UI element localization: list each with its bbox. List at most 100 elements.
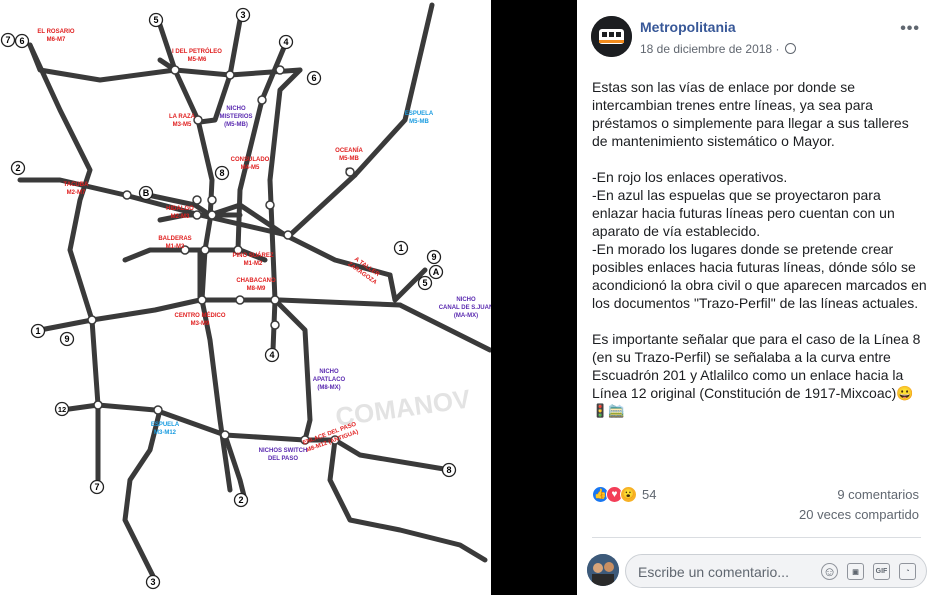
- globe-icon: [784, 43, 796, 54]
- line-number-label: 9: [64, 334, 69, 344]
- purple-niche-label: NICHO APATLACO (M8-MX): [313, 369, 346, 391]
- line-number-label: 2: [238, 495, 243, 505]
- line-number-label: A: [433, 267, 440, 277]
- blue-spur-label-line: ESPUELA: [405, 111, 434, 117]
- comment-input[interactable]: Escribe un comentario... ☺ ▣ GIF ◔: [625, 554, 927, 588]
- red-link-label: CONSULADO M4-M5: [231, 157, 270, 171]
- red-link-label-line: M2-M3: [171, 214, 190, 220]
- purple-niche-label-line: NICHO: [319, 369, 339, 375]
- line-number-label: 2: [15, 163, 20, 173]
- line-number-label: 6: [311, 73, 316, 83]
- purple-niche-label-line: APATLACO: [313, 377, 346, 383]
- purple-niche-label-line: (M8-MX): [317, 385, 340, 391]
- comment-tools: ☺ ▣ GIF ◔: [821, 563, 916, 580]
- sticker-icon[interactable]: ◔: [899, 563, 916, 580]
- red-link-label: PINO SUÁREZ M1-M2: [232, 252, 273, 267]
- purple-niche-label-line: (MA-MX): [454, 313, 478, 319]
- red-link-label-line: M5-M6: [188, 57, 207, 63]
- line-number-label: 6: [19, 36, 24, 46]
- screen: COMANOV 7 6 5 3 4 6 2 B 8 1 9 A 5 1 9 12 4 7 2 3 8 EL ROSARI…: [0, 0, 936, 595]
- post-paragraph: -En morado los lugares donde se pretende…: [592, 241, 927, 311]
- blue-spur-label-line: M3-M12: [154, 430, 177, 436]
- red-link-label-line: M8-M9: [247, 286, 266, 292]
- comments-count-link[interactable]: 9 comentarios: [837, 487, 919, 502]
- red-link-label-line: BALDERAS: [158, 236, 191, 242]
- red-link-label-line: M3-M9: [191, 321, 210, 327]
- red-link-label: I DEL PETRÓLEO M5-M6: [172, 47, 222, 63]
- line-number-label: 3: [150, 577, 155, 587]
- post-body: Estas son las vías de enlace por donde s…: [592, 78, 927, 420]
- blue-spur-label: ESPUELA M5-MB: [405, 111, 434, 125]
- red-link-label: EL ROSARIO M6-M7: [37, 29, 75, 43]
- red-link-label-line: HIDALGO: [166, 206, 194, 212]
- page-name-link[interactable]: Metropolitania: [640, 19, 736, 35]
- red-link-label-line: I DEL PETRÓLEO: [172, 47, 222, 55]
- purple-niche-label-line: NICHOS SWITCH: [259, 448, 308, 454]
- red-link-label: LA RAZA M3-M5: [169, 114, 196, 128]
- red-link-label-line: EL ROSARIO: [37, 29, 75, 35]
- shares-count-link[interactable]: 20 veces compartido: [799, 507, 919, 522]
- page-avatar[interactable]: [591, 16, 632, 57]
- red-link-label-line: PINO SUÁREZ: [232, 252, 273, 259]
- line-number-label: 4: [283, 37, 288, 47]
- purple-niche-label-line: MISTERIOS: [219, 114, 252, 120]
- post-paragraph: -En rojo los enlaces operativos.: [592, 169, 788, 185]
- emoji-icon[interactable]: ☺: [821, 563, 838, 580]
- gif-icon[interactable]: GIF: [873, 563, 890, 580]
- red-link-label-line: TACUBA: [64, 182, 90, 188]
- reaction-count[interactable]: 54: [642, 487, 656, 502]
- line-number-label: 1: [35, 326, 40, 336]
- purple-niche-label: NICHOS SWITCH DEL PASO: [259, 448, 308, 462]
- post-date[interactable]: 18 de diciembre de 2018 ·: [640, 42, 796, 56]
- red-link-label-line: M5-MB: [339, 156, 359, 162]
- line-number-label: 9: [431, 252, 436, 262]
- purple-niche-label-line: NICHO: [226, 106, 246, 112]
- red-link-label-line: M3-M5: [173, 122, 192, 128]
- comment-placeholder: Escribe un comentario...: [638, 564, 789, 580]
- line-number-label: 12: [58, 405, 66, 414]
- red-link-label-line: LA RAZA: [169, 114, 196, 120]
- facebook-post: Metropolitania 18 de diciembre de 2018 ·…: [577, 0, 936, 595]
- red-link-label-line: CHABACANO: [236, 278, 276, 284]
- red-link-label-line: CENTRO MÉDICO: [175, 311, 226, 319]
- red-link-label-line: M1-M2: [244, 261, 263, 267]
- line-number-label: 5: [153, 15, 158, 25]
- divider: [592, 537, 921, 538]
- wow-reaction-icon: 😮: [620, 485, 637, 503]
- purple-niche-label-line: NICHO: [456, 297, 476, 303]
- red-link-label-line: M4-M5: [241, 165, 260, 171]
- red-link-label: CENTRO MÉDICO M3-M9: [175, 311, 226, 327]
- post-paragraph: Es importante señalar que para el caso d…: [592, 331, 921, 401]
- purple-niche-label: NICHO MISTERIOS (M5-MB): [219, 106, 252, 128]
- post-paragraph: Estas son las vías de enlace por donde s…: [592, 79, 909, 149]
- purple-niche-label: NICHO CANAL DE S.JUAN (MA-MX): [439, 297, 494, 319]
- map-graphic: COMANOV 7 65 3462B819A5191247238 EL ROSARI…: [0, 2, 494, 590]
- red-link-label-line: M1-M3: [166, 244, 185, 250]
- purple-niche-label-line: DEL PASO: [268, 456, 298, 462]
- line-number-label: 8: [219, 168, 224, 178]
- line-number-label: 5: [422, 278, 427, 288]
- reactions-summary[interactable]: 👍 ♥ 😮 54: [592, 484, 656, 504]
- camera-icon[interactable]: ▣: [847, 563, 864, 580]
- post-paragraph: -En azul las espuelas que se proyectaron…: [592, 187, 895, 239]
- post-date-text[interactable]: 18 de diciembre de 2018: [640, 42, 772, 56]
- blue-spur-label-line: M5-MB: [409, 119, 429, 125]
- red-link-label-line: M6-M7: [47, 37, 66, 43]
- emoji-line: 🚦🚞: [592, 403, 625, 418]
- metro-link-map[interactable]: COMANOV 7 6 5 3 4 6 2 B 8 1 9 A 5 1 9 12 4 7 2 3 8 EL ROSARI…: [0, 0, 494, 595]
- line-number-label: B: [143, 188, 150, 198]
- red-link-label: OCEANÍA M5-MB: [335, 146, 363, 162]
- line-number-label: 7: [5, 35, 10, 45]
- user-avatar: [587, 554, 619, 586]
- line-number-label: 7: [94, 482, 99, 492]
- purple-niche-label-line: (M5-MB): [224, 122, 248, 128]
- line-number-label: 3: [240, 10, 245, 20]
- line-number-label: 1: [398, 243, 403, 253]
- date-separator: ·: [775, 42, 780, 56]
- line-number-label: 8: [446, 465, 451, 475]
- line-number-label: 4: [269, 350, 274, 360]
- red-link-label: CHABACANO M8-M9: [236, 278, 276, 292]
- purple-niche-label-line: CANAL DE S.JUAN: [439, 305, 491, 311]
- more-options-icon[interactable]: •••: [900, 20, 920, 38]
- blue-spur-label-line: ESPUELA: [151, 422, 180, 428]
